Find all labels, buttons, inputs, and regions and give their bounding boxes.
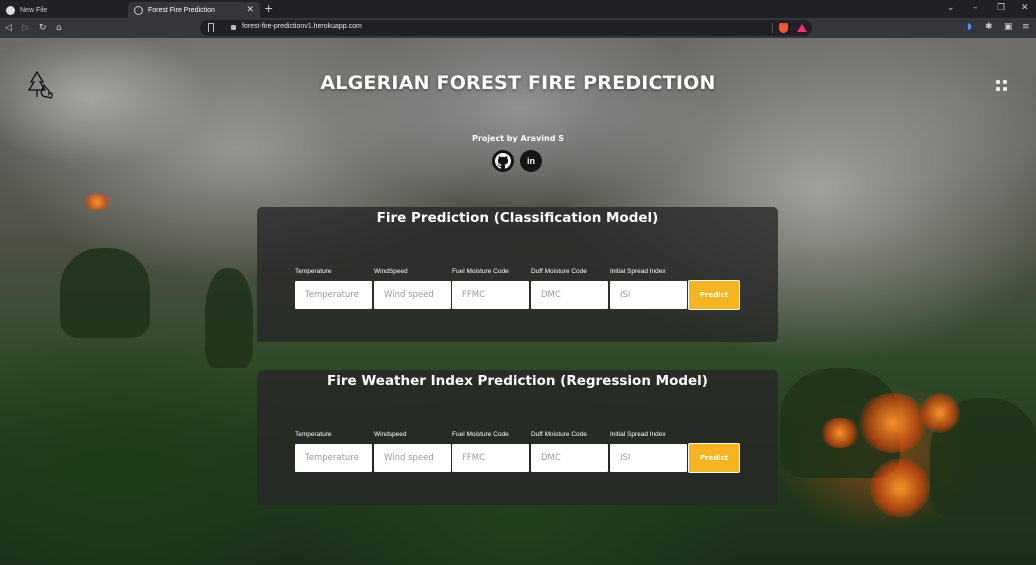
url-text[interactable]: forest-fire-predictionv1.herokuapp.com [242, 23, 362, 30]
github-icon [6, 5, 15, 15]
linkedin-glyph: in [527, 156, 535, 166]
new-tab-icon[interactable]: + [264, 3, 273, 15]
audio-icon[interactable]: ◗ [967, 21, 972, 33]
field-label: Initial Spread Index [610, 431, 666, 438]
divider [772, 23, 773, 33]
brave-shields-icon[interactable] [779, 23, 788, 33]
field-label: Duff Moisture Code [531, 268, 587, 275]
dmc-input[interactable] [531, 281, 608, 309]
classification-title: Fire Prediction (Classification Model) [376, 210, 659, 226]
classification-predict-button[interactable]: Predict [688, 280, 740, 310]
tab-label: New File [20, 6, 48, 14]
fire-shape [82, 194, 112, 210]
field-label: Initial Spread Index [610, 268, 666, 275]
tab-search-chevron-icon[interactable]: ⌄ [947, 3, 955, 13]
regression-card: Fire Weather Index Prediction (Regressio… [257, 370, 778, 505]
tab-label: Forest Fire Prediction [148, 6, 215, 14]
dmc-input[interactable] [531, 444, 608, 472]
github-icon [495, 153, 511, 169]
address-bar[interactable]: forest-fire-predictionv1.herokuapp.com [200, 20, 812, 36]
isi-input[interactable] [610, 281, 687, 309]
fire-shape [920, 393, 960, 433]
windspeed-input[interactable] [374, 281, 451, 309]
bookmark-icon[interactable] [208, 23, 214, 32]
restore-icon[interactable]: ❐ [997, 3, 1005, 13]
ffmc-input[interactable] [452, 444, 529, 472]
page-background: ALGERIAN FOREST FIRE PREDICTION Project … [0, 38, 1036, 565]
forward-icon[interactable]: ▷ [22, 22, 29, 34]
isi-input[interactable] [610, 444, 687, 472]
minimize-icon[interactable]: – [973, 3, 978, 13]
browser-nav-bar: ◁ ▷ ↻ ⌂ forest-fire-predictionv1.herokua… [0, 18, 1036, 38]
field-label: WindSpeed [374, 268, 408, 275]
regression-title: Fire Weather Index Prediction (Regressio… [327, 373, 708, 389]
regression-predict-button[interactable]: Predict [688, 443, 740, 473]
temperature-input[interactable] [295, 281, 372, 309]
close-tab-icon[interactable]: ✕ [246, 5, 254, 14]
home-icon[interactable]: ⌂ [56, 22, 62, 34]
project-byline: Project by Aravind S [471, 134, 564, 143]
windspeed-input[interactable] [374, 444, 451, 472]
tab-new-file[interactable]: New File [0, 2, 128, 18]
field-label: Fuel Moisture Code [452, 431, 509, 438]
menu-icon[interactable]: ≡ [1022, 21, 1030, 33]
field-label: Temperature [295, 431, 332, 438]
fire-shape [820, 418, 860, 448]
window-close-icon[interactable]: ✕ [1021, 3, 1029, 13]
tree-shape [205, 268, 253, 368]
github-icon[interactable] [492, 150, 514, 172]
temperature-input[interactable] [295, 444, 372, 472]
brave-rewards-icon[interactable] [797, 24, 807, 32]
page-title: ALGERIAN FOREST FIRE PREDICTION [320, 72, 716, 94]
lock-icon[interactable] [231, 25, 236, 30]
reload-icon[interactable]: ↻ [39, 22, 47, 34]
browser-tab-bar: New File Forest Fire Prediction ✕ + ⌄ – … [0, 0, 1036, 18]
fire-shape [870, 458, 930, 518]
field-label: Duff Moisture Code [531, 431, 587, 438]
linkedin-icon[interactable]: in [520, 150, 542, 172]
field-label: Temperature [295, 268, 332, 275]
tree-shape [60, 248, 150, 338]
field-label: Fuel Moisture Code [452, 268, 509, 275]
tab-forest-fire-prediction[interactable]: Forest Fire Prediction ✕ [128, 2, 260, 18]
fire-shape [858, 393, 928, 453]
classification-card: Fire Prediction (Classification Model) T… [257, 207, 778, 342]
globe-icon [134, 5, 143, 15]
extensions-icon[interactable]: ✱ [985, 21, 993, 33]
field-label: Windspeed [374, 431, 407, 438]
ffmc-input[interactable] [452, 281, 529, 309]
wallet-icon[interactable]: ▣ [1004, 21, 1013, 33]
back-icon[interactable]: ◁ [5, 22, 12, 34]
